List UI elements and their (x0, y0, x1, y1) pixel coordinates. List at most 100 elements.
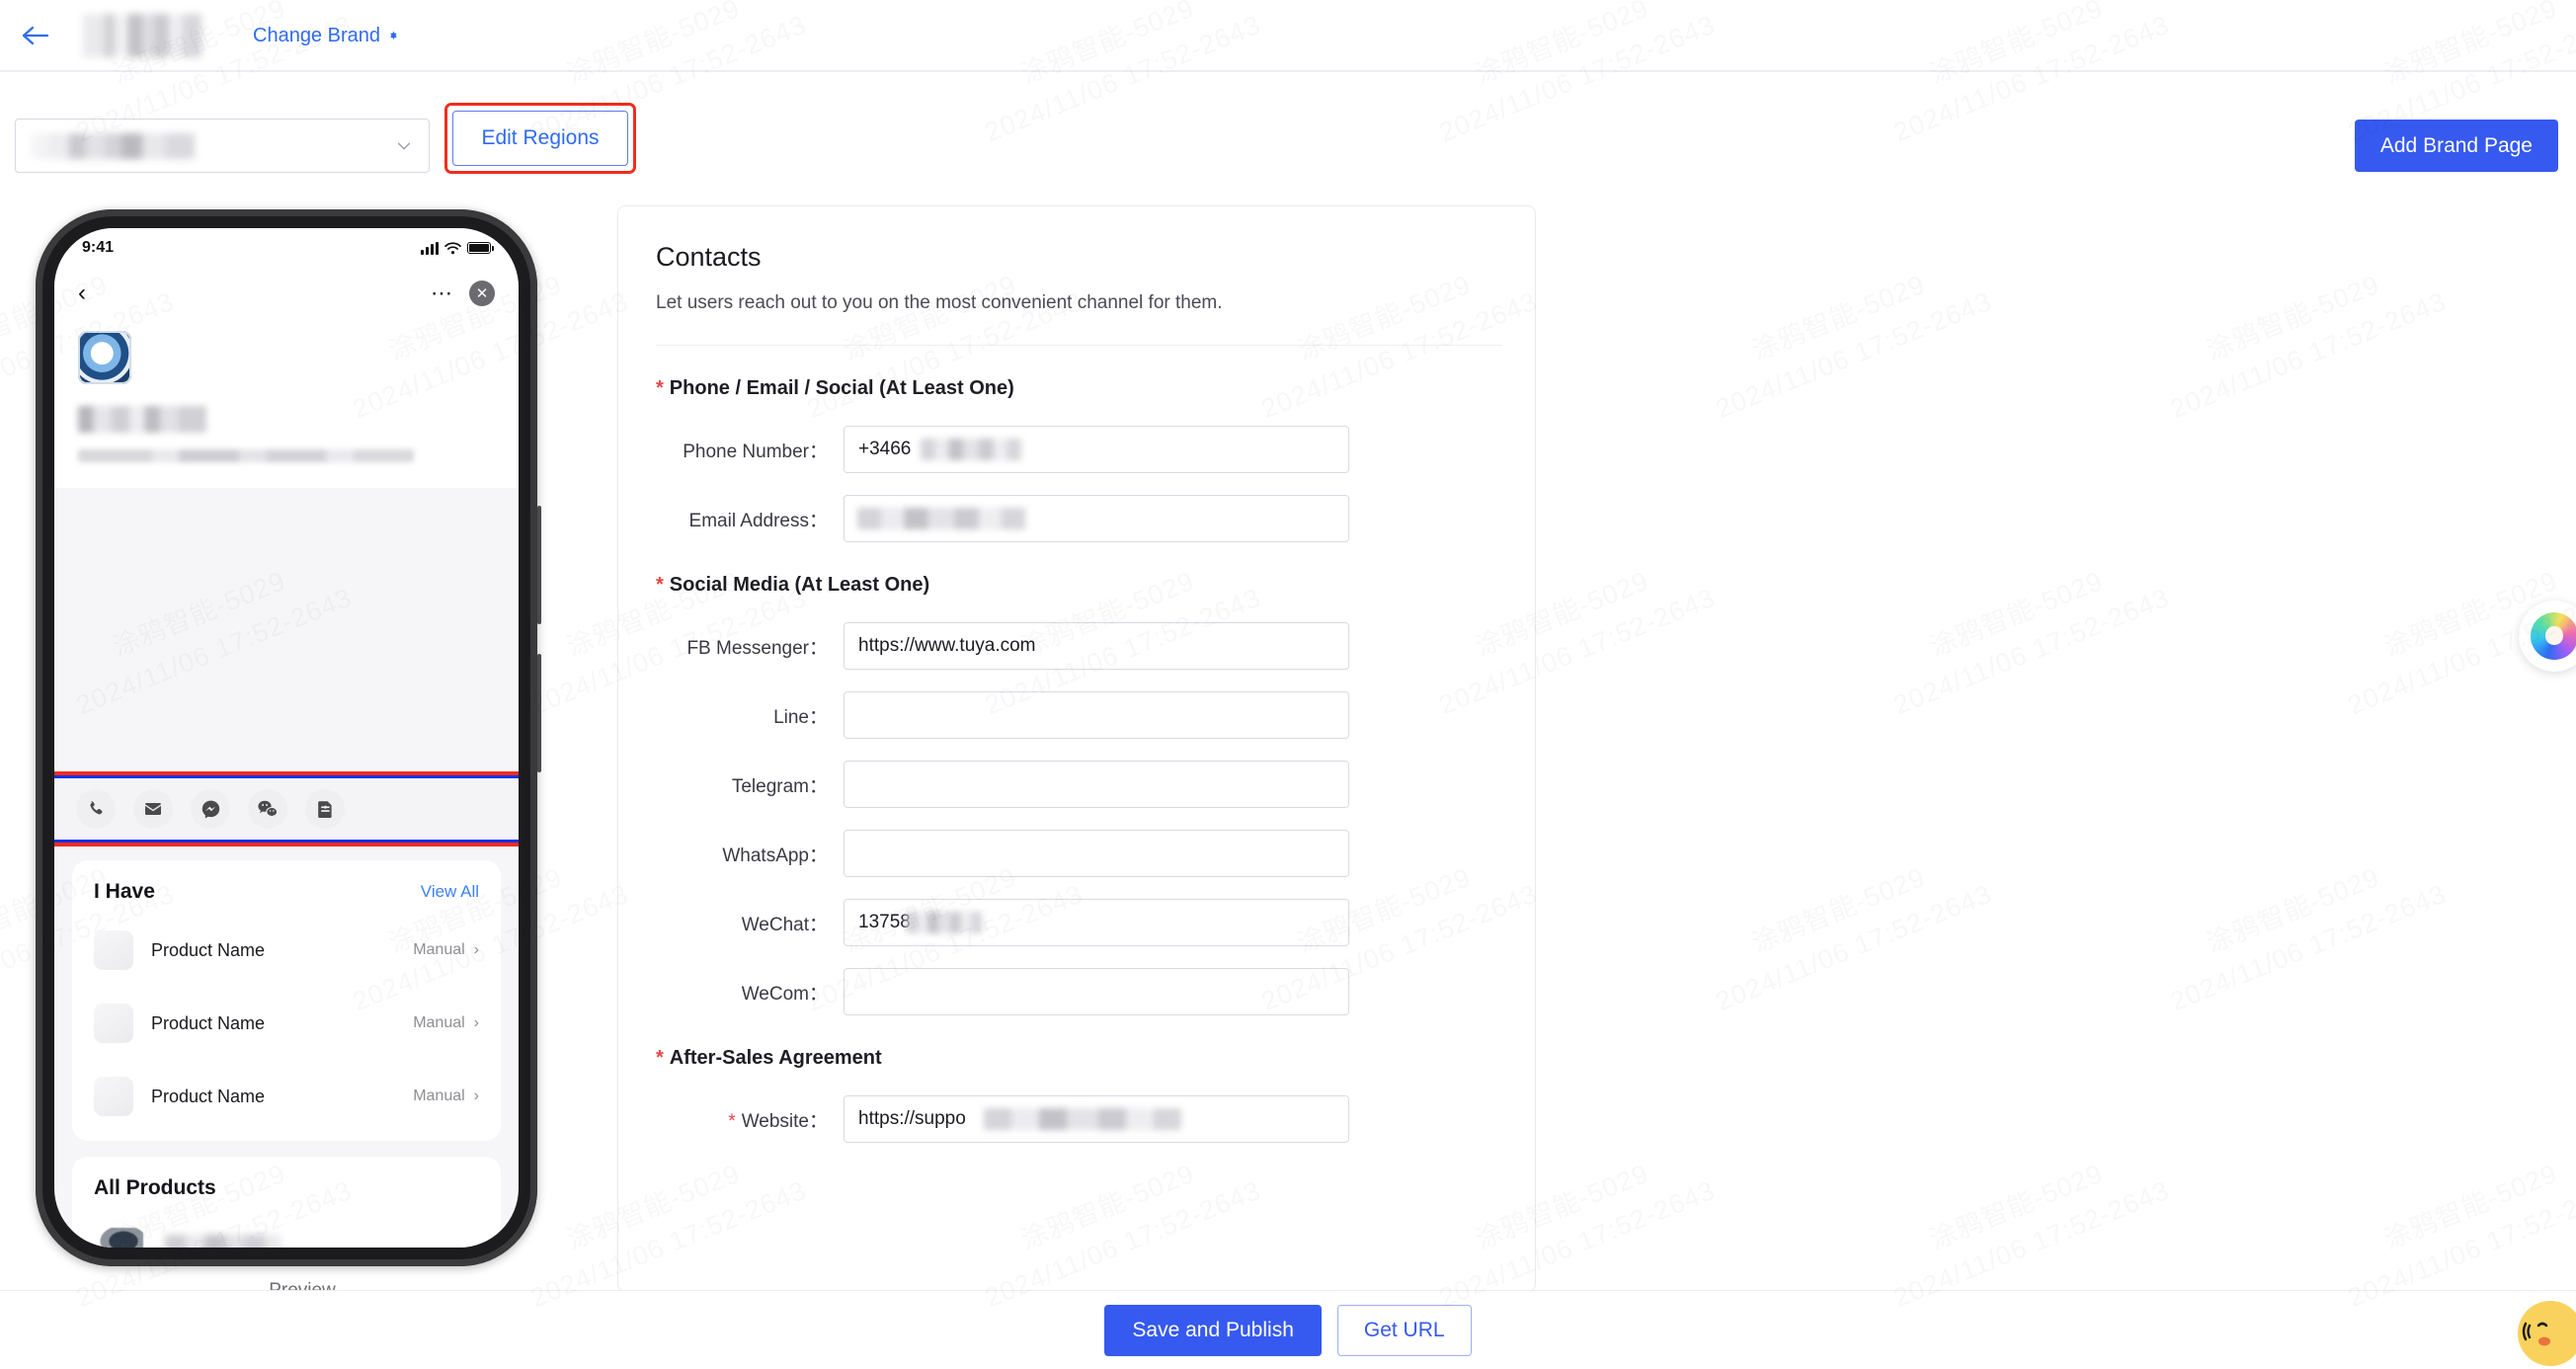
required-asterisk: * (656, 574, 664, 596)
field-row-wecom: WeCom： (656, 968, 1495, 1015)
phone-screen: 9:41 ‹ ⋯ ✕ I Have View All Product Name … (54, 228, 519, 1248)
required-asterisk: * (728, 1110, 736, 1132)
field-row-line: Line： (656, 691, 1495, 739)
watermark-text: 涂鸦智能-50292024/11/06 17:52-2643 (1873, 540, 2176, 725)
brand-header-block (54, 319, 519, 488)
ai-assistant-button[interactable] (2519, 601, 2576, 672)
watermark-line1: 涂鸦智能-5029 (1748, 862, 1930, 959)
wechat-field-wrap (844, 899, 1349, 946)
phone-input[interactable] (844, 426, 1349, 473)
brand-select-dropdown[interactable] (15, 119, 430, 173)
battery-icon (467, 242, 494, 254)
website-field-wrap (844, 1095, 1349, 1143)
edit-regions-highlight: Edit Regions (444, 103, 636, 174)
field-row-phone: Phone Number： (656, 426, 1495, 473)
app-brand-description (78, 449, 414, 462)
section-social-text: Social Media (At Least One) (669, 574, 930, 596)
section-contact-label: * Phone / Email / Social (At Least One) (656, 377, 1495, 400)
wechat-icon[interactable] (248, 789, 287, 829)
wechat-label: WeChat： (741, 914, 828, 935)
whatsapp-label: WhatsApp： (722, 845, 828, 866)
field-row-fb-messenger: FB Messenger： (656, 622, 1495, 670)
phone-frame: 9:41 ‹ ⋯ ✕ I Have View All Product Name … (36, 209, 541, 1266)
watermark-line2: 2024/11/06 17:52-2643 (1712, 878, 1996, 1016)
contact-icons-highlight (54, 771, 519, 846)
all-products-card: All Products (72, 1157, 501, 1248)
watermark-text: 涂鸦智能-50292024/11/06 17:52-2643 (1695, 244, 1998, 429)
manual-label: Manual (413, 1087, 465, 1104)
website-label-text: Website： (741, 1110, 828, 1132)
product-name: Product Name (151, 1012, 266, 1033)
email-field-wrap (844, 495, 1349, 542)
product-thumbnail (94, 930, 133, 970)
chevron-right-icon: › (473, 1014, 479, 1031)
wechat-input[interactable] (844, 899, 1349, 946)
messenger-icon[interactable] (191, 789, 230, 829)
watermark-line1: 涂鸦智能-5029 (2203, 270, 2384, 366)
i-have-header: I Have View All (94, 880, 479, 904)
line-input[interactable] (844, 691, 1349, 739)
app-nav-bar: ‹ ⋯ ✕ (54, 268, 519, 319)
mail-icon[interactable] (133, 789, 173, 829)
page-title: Contacts (656, 242, 762, 272)
manual-label: Manual (413, 1014, 465, 1031)
website-input[interactable] (844, 1095, 1349, 1143)
wifi-icon (444, 241, 461, 254)
app-brand-logo (78, 331, 131, 384)
document-icon[interactable] (305, 789, 345, 829)
section-contact-text: Phone / Email / Social (At Least One) (669, 377, 1014, 399)
brand-logo (83, 14, 201, 57)
footer-action-bar: Save and Publish Get URL (0, 1290, 2576, 1369)
email-label: Email Address： (688, 510, 828, 531)
edit-regions-button[interactable]: Edit Regions (452, 111, 628, 166)
sort-updown-icon: ▲ ▼ (387, 29, 399, 42)
field-row-whatsapp: WhatsApp： (656, 830, 1495, 877)
add-brand-page-button[interactable]: Add Brand Page (2354, 120, 2558, 172)
back-arrow-icon[interactable] (16, 16, 55, 55)
field-row-wechat: WeChat： (656, 899, 1495, 946)
whatsapp-input[interactable] (844, 830, 1349, 877)
product-action[interactable]: Manual › (413, 1087, 479, 1105)
nav-right-group: ⋯ ✕ (431, 281, 495, 306)
list-item[interactable] (94, 1210, 479, 1248)
more-dots-icon[interactable]: ⋯ (431, 282, 453, 304)
signal-bars-icon (421, 241, 439, 255)
status-icons (421, 241, 494, 255)
close-circle-icon[interactable]: ✕ (469, 281, 495, 306)
watermark-line1: 涂鸦智能-5029 (1748, 270, 1930, 366)
phone-preview: 9:41 ‹ ⋯ ✕ I Have View All Product Name … (36, 209, 569, 1302)
required-asterisk: * (656, 377, 664, 399)
fb-messenger-input[interactable] (844, 622, 1349, 670)
list-item[interactable]: Product Name Manual › (94, 1060, 479, 1133)
telegram-input[interactable] (844, 761, 1349, 808)
email-input[interactable] (844, 495, 1349, 542)
chevron-down-icon (397, 142, 411, 149)
watermark-text: 涂鸦智能-50292024/11/06 17:52-2643 (2149, 244, 2453, 429)
product-action[interactable]: Manual › (413, 941, 479, 959)
chevron-left-icon[interactable]: ‹ (78, 282, 86, 305)
list-item[interactable]: Product Name Manual › (94, 914, 479, 987)
watermark-line2: 2024/11/06 17:52-2643 (2166, 878, 2451, 1016)
get-url-button[interactable]: Get URL (1336, 1304, 1472, 1356)
change-brand-button[interactable]: Change Brand ▲ ▼ (253, 25, 399, 47)
save-and-publish-button[interactable]: Save and Publish (1104, 1304, 1322, 1356)
product-action[interactable]: Manual › (413, 1014, 479, 1032)
fb-messenger-label: FB Messenger： (686, 637, 828, 659)
chevron-right-icon: › (473, 1087, 479, 1104)
top-bar: Change Brand ▲ ▼ (0, 0, 2576, 71)
section-social-label: * Social Media (At Least One) (656, 574, 1495, 597)
phone-icon[interactable] (76, 789, 116, 829)
field-row-email: Email Address： (656, 495, 1495, 542)
website-label: * Website： (656, 1106, 844, 1133)
action-bar: Add Brand Page (0, 103, 2576, 176)
list-item[interactable]: Product Name Manual › (94, 987, 479, 1060)
page-subtitle: Let users reach out to you on the most c… (656, 292, 1223, 313)
i-have-title: I Have (94, 880, 155, 903)
section-divider (656, 345, 1502, 346)
phone-volume-button (537, 506, 541, 624)
required-asterisk: * (656, 1047, 664, 1069)
phone-power-button (537, 654, 541, 772)
view-all-link[interactable]: View All (421, 882, 479, 902)
wecom-input[interactable] (844, 968, 1349, 1015)
line-label: Line： (773, 706, 828, 728)
